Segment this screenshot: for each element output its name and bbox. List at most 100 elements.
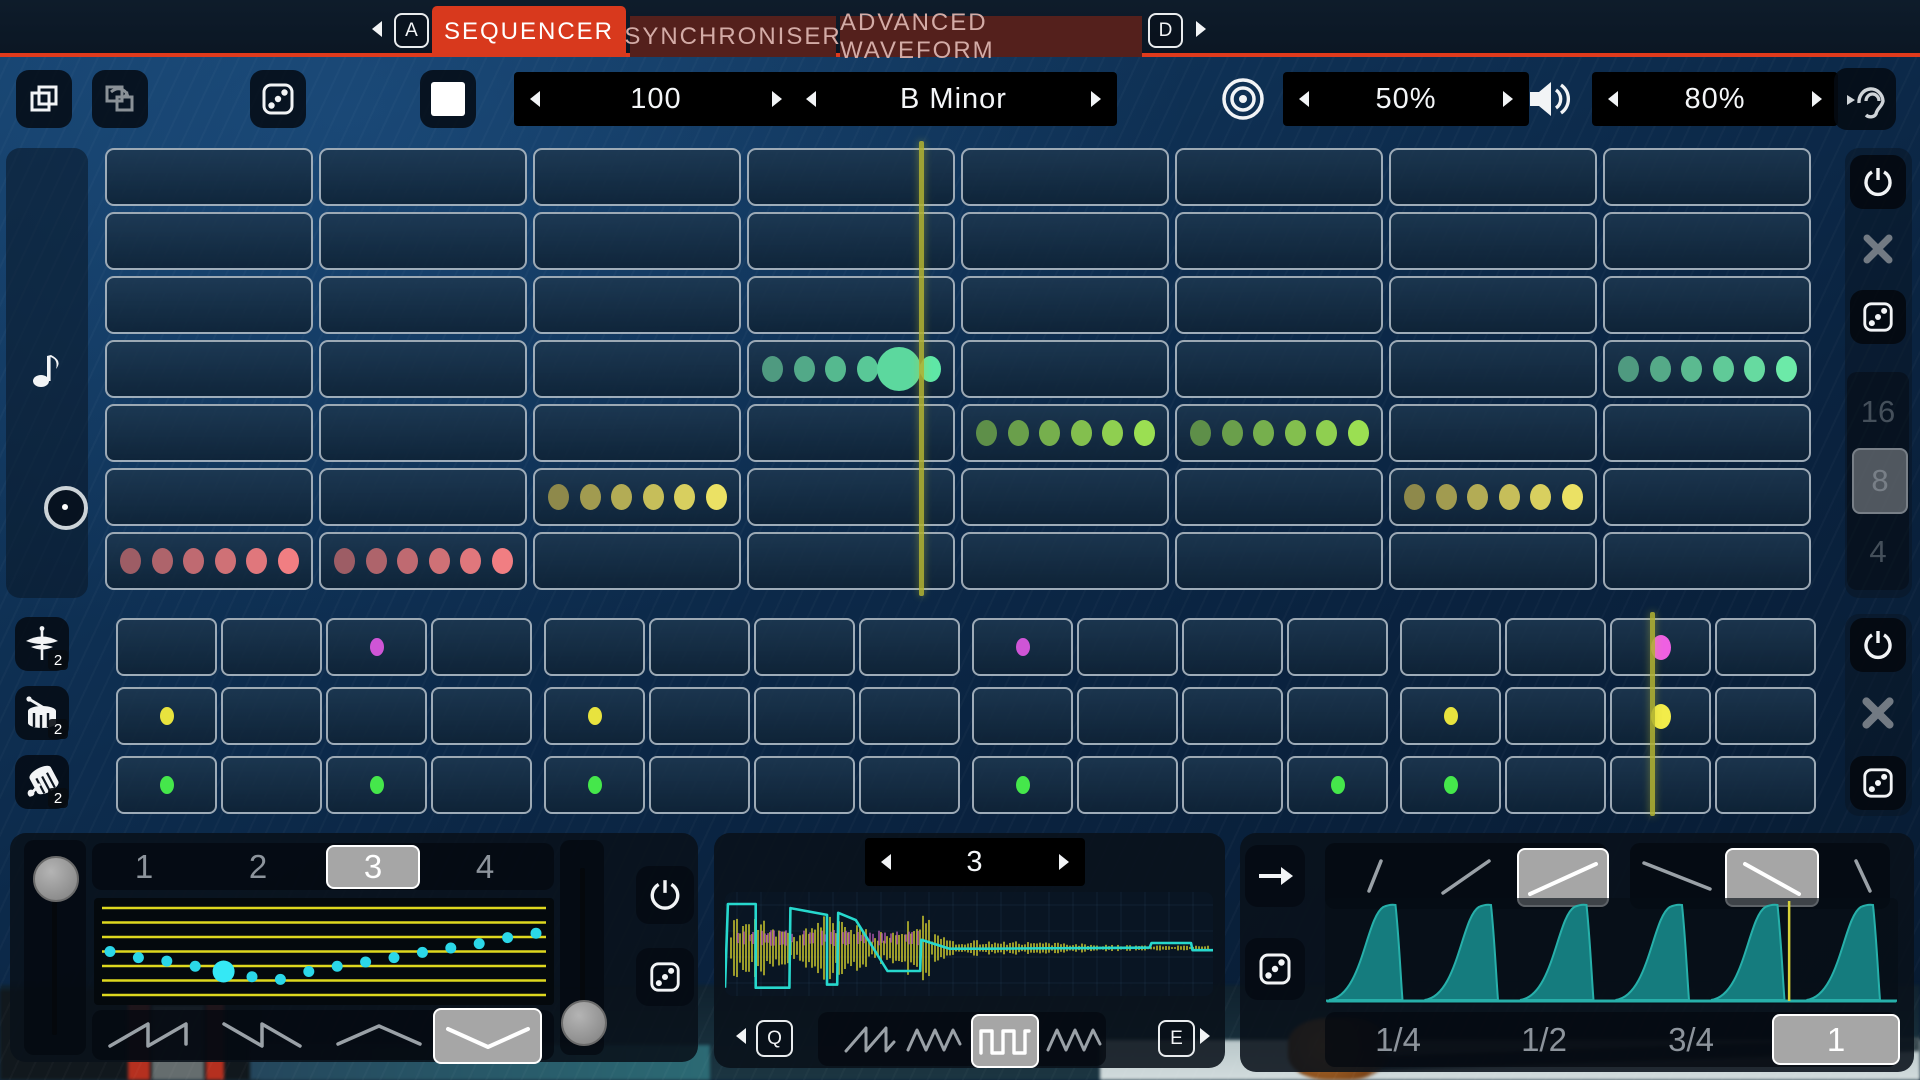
env-direction-button[interactable] — [1245, 845, 1305, 907]
rhythm-cell[interactable] — [1287, 756, 1388, 814]
mod-left-slider-track[interactable] — [52, 900, 57, 1035]
melody-cell[interactable] — [961, 468, 1169, 526]
rhythm-cell[interactable] — [326, 756, 427, 814]
mod-randomize-button[interactable] — [636, 948, 694, 1006]
env-randomize-button[interactable] — [1245, 938, 1305, 1000]
melody-cell[interactable] — [1175, 340, 1383, 398]
mod-page-4[interactable]: 4 — [455, 843, 515, 890]
melody-cell[interactable] — [533, 404, 741, 462]
rhythm-cell[interactable] — [1610, 687, 1711, 745]
release-shallow-button[interactable] — [1638, 851, 1718, 901]
rhythm-cell[interactable] — [1400, 687, 1501, 745]
melody-cell[interactable] — [1603, 468, 1811, 526]
volume-stepper[interactable]: 80% — [1592, 72, 1838, 126]
melody-cell[interactable] — [1389, 340, 1597, 398]
rhythm-cell[interactable] — [116, 687, 217, 745]
melody-cell[interactable] — [533, 276, 741, 334]
melody-cell[interactable] — [319, 404, 527, 462]
melody-cell[interactable] — [1389, 148, 1597, 206]
melody-cell[interactable] — [1389, 212, 1597, 270]
release-steep-button[interactable] — [1838, 851, 1888, 901]
melody-cell[interactable] — [533, 468, 741, 526]
track-kick-button[interactable]: 2 — [15, 755, 69, 809]
track-snare-button[interactable]: 2 — [15, 686, 69, 740]
melody-cell[interactable] — [105, 340, 313, 398]
rhythm-cell[interactable] — [1400, 756, 1501, 814]
rhythm-cell[interactable] — [972, 618, 1073, 676]
mod-page-3-selected[interactable]: 3 — [326, 845, 420, 889]
rhythm-cell[interactable] — [649, 687, 750, 745]
rhythm-randomize-button[interactable] — [1850, 756, 1906, 810]
tempo-decrease-arrow[interactable] — [530, 91, 540, 107]
rate-one-selected[interactable]: 1 — [1772, 1014, 1900, 1065]
record-dot-icon[interactable] — [44, 486, 88, 530]
swing-decrease-arrow[interactable] — [1299, 91, 1309, 107]
mod-page-1[interactable]: 1 — [114, 843, 174, 890]
rhythm-cell[interactable] — [116, 618, 217, 676]
attack-steep-button[interactable] — [1347, 851, 1403, 901]
rhythm-cell[interactable] — [1715, 687, 1816, 745]
melody-cell[interactable] — [319, 468, 527, 526]
mod-right-slider-knob[interactable] — [561, 1000, 607, 1046]
shape-triangle-down-button-selected[interactable] — [433, 1008, 542, 1064]
melody-cell[interactable] — [1603, 148, 1811, 206]
melody-cell[interactable] — [1389, 468, 1597, 526]
melody-cell[interactable] — [105, 276, 313, 334]
melody-cell[interactable] — [533, 212, 741, 270]
rhythm-cell[interactable] — [221, 618, 322, 676]
melody-power-button[interactable] — [1850, 155, 1906, 209]
attack-medium-button[interactable] — [1433, 851, 1499, 901]
wave-q-arrow[interactable] — [736, 1028, 746, 1044]
melody-cell[interactable] — [1603, 212, 1811, 270]
melody-cell[interactable] — [961, 276, 1169, 334]
melody-cell[interactable] — [319, 212, 527, 270]
rhythm-cell[interactable] — [326, 618, 427, 676]
copy-button[interactable] — [16, 70, 72, 128]
rhythm-cell[interactable] — [972, 687, 1073, 745]
rhythm-cell[interactable] — [544, 687, 645, 745]
rhythm-cell[interactable] — [1077, 618, 1178, 676]
rhythm-cell[interactable] — [754, 618, 855, 676]
rhythm-cell[interactable] — [544, 618, 645, 676]
melody-cell[interactable] — [1603, 340, 1811, 398]
rhythm-cell[interactable] — [1715, 756, 1816, 814]
rate-half[interactable]: 1/2 — [1499, 1012, 1589, 1067]
wave-square-button-selected[interactable] — [971, 1014, 1039, 1068]
rhythm-cell[interactable] — [116, 756, 217, 814]
rhythm-cell[interactable] — [1077, 756, 1178, 814]
rhythm-cell[interactable] — [754, 687, 855, 745]
tab-synchroniser[interactable]: SYNCHRONISER — [630, 16, 836, 57]
melody-cell[interactable] — [1603, 276, 1811, 334]
stop-button[interactable] — [420, 70, 476, 128]
randomize-all-button[interactable] — [250, 70, 306, 128]
tabs-next-arrow[interactable] — [1196, 21, 1206, 37]
wave-slot-next-arrow[interactable] — [1059, 854, 1069, 870]
melody-cell[interactable] — [319, 532, 527, 590]
rhythm-power-button[interactable] — [1850, 618, 1906, 672]
e-key[interactable]: E — [1158, 1020, 1195, 1057]
tempo-increase-arrow[interactable] — [772, 91, 782, 107]
rhythm-cell[interactable] — [972, 756, 1073, 814]
rate-quarter[interactable]: 1/4 — [1353, 1012, 1443, 1067]
rhythm-cell[interactable] — [1400, 618, 1501, 676]
key-prev-arrow[interactable] — [806, 91, 816, 107]
mod-page-2[interactable]: 2 — [228, 843, 288, 890]
melody-cell[interactable] — [1389, 404, 1597, 462]
melody-cell[interactable] — [105, 148, 313, 206]
wave-noise-button[interactable] — [1046, 1022, 1102, 1056]
melody-cell[interactable] — [105, 532, 313, 590]
shape-falling-saw-button[interactable] — [220, 1017, 310, 1053]
listen-button[interactable] — [1834, 68, 1896, 130]
rhythm-cell[interactable] — [1610, 618, 1711, 676]
tabs-prev-arrow[interactable] — [372, 21, 382, 37]
melody-cell[interactable] — [961, 148, 1169, 206]
melody-cell[interactable] — [961, 532, 1169, 590]
paste-button[interactable] — [92, 70, 148, 128]
rhythm-cell[interactable] — [221, 756, 322, 814]
melody-cell[interactable] — [105, 404, 313, 462]
melody-cell[interactable] — [1175, 468, 1383, 526]
rhythm-cell[interactable] — [1182, 687, 1283, 745]
rhythm-cell[interactable] — [649, 756, 750, 814]
melody-cell[interactable] — [1175, 532, 1383, 590]
melody-cell[interactable] — [105, 468, 313, 526]
